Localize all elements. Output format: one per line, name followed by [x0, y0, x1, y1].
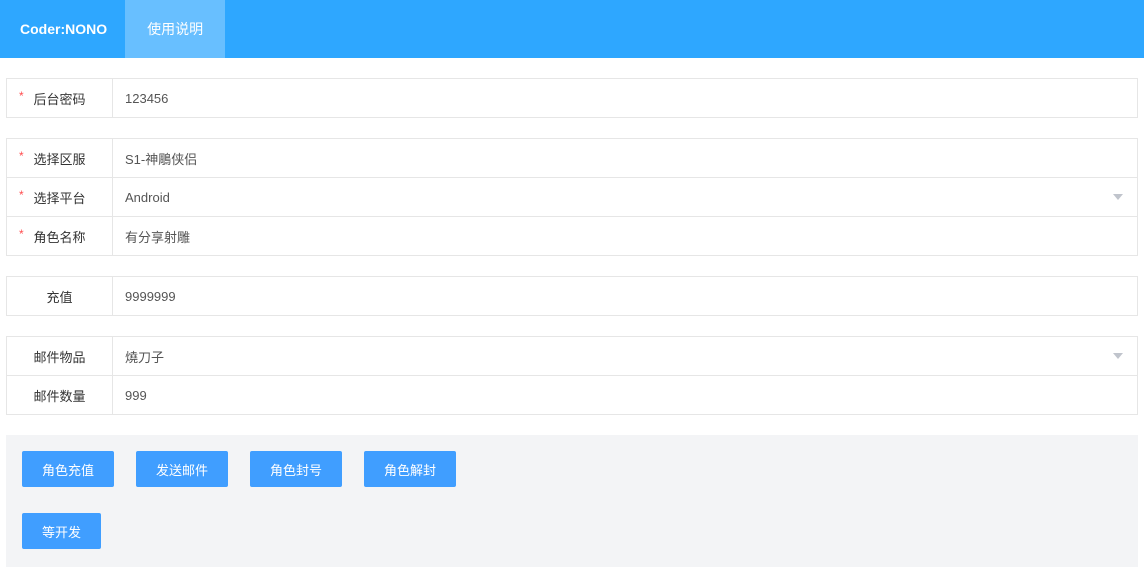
input-recharge[interactable] [125, 278, 1125, 314]
input-mail-qty[interactable] [125, 377, 1125, 413]
cell-mail-qty [113, 376, 1137, 414]
row-platform: 选择平台 Android [6, 177, 1138, 217]
cell-recharge [113, 277, 1137, 315]
input-password[interactable] [125, 80, 1125, 116]
group-recharge: 充值 [0, 276, 1144, 316]
label-recharge: 充值 [7, 277, 113, 315]
row-mail-qty: 邮件数量 [6, 375, 1138, 415]
label-platform: 选择平台 [7, 178, 113, 216]
row-mail-item: 邮件物品 燒刀子 [6, 336, 1138, 376]
action-row-2: 等开发 [22, 513, 1122, 549]
group-mail: 邮件物品 燒刀子 邮件数量 [0, 336, 1144, 415]
label-mail-item: 邮件物品 [7, 337, 113, 375]
ban-button[interactable]: 角色封号 [250, 451, 342, 487]
label-mail-qty: 邮件数量 [7, 376, 113, 414]
group-password: 后台密码 [0, 78, 1144, 118]
send-mail-button[interactable]: 发送邮件 [136, 451, 228, 487]
select-platform[interactable]: Android [113, 178, 1137, 216]
cell-password [113, 79, 1137, 117]
input-server[interactable] [125, 140, 1125, 176]
label-server: 选择区服 [7, 139, 113, 177]
action-row-1: 角色充值 发送邮件 角色封号 角色解封 [22, 451, 1122, 487]
action-bar: 角色充值 发送邮件 角色封号 角色解封 等开发 [6, 435, 1138, 567]
row-server: 选择区服 [6, 138, 1138, 178]
chevron-down-icon [1113, 194, 1123, 200]
row-role: 角色名称 [6, 216, 1138, 256]
mail-item-value: 燒刀子 [125, 347, 164, 366]
unban-button[interactable]: 角色解封 [364, 451, 456, 487]
cell-role [113, 217, 1137, 255]
input-role[interactable] [125, 218, 1125, 254]
recharge-button[interactable]: 角色充值 [22, 451, 114, 487]
platform-value: Android [125, 190, 170, 205]
label-password: 后台密码 [7, 79, 113, 117]
chevron-down-icon [1113, 353, 1123, 359]
brand-label: Coder:NONO [20, 0, 125, 58]
label-role: 角色名称 [7, 217, 113, 255]
row-recharge: 充值 [6, 276, 1138, 316]
pending-button[interactable]: 等开发 [22, 513, 101, 549]
tab-instructions-label: 使用说明 [147, 19, 203, 39]
select-mail-item[interactable]: 燒刀子 [113, 337, 1137, 375]
content-area: 后台密码 选择区服 选择平台 Android 角色名称 [0, 78, 1144, 567]
group-role-info: 选择区服 选择平台 Android 角色名称 [0, 138, 1144, 256]
top-bar: Coder:NONO 使用说明 [0, 0, 1144, 58]
tab-instructions[interactable]: 使用说明 [125, 0, 225, 58]
row-password: 后台密码 [6, 78, 1138, 118]
cell-server [113, 139, 1137, 177]
